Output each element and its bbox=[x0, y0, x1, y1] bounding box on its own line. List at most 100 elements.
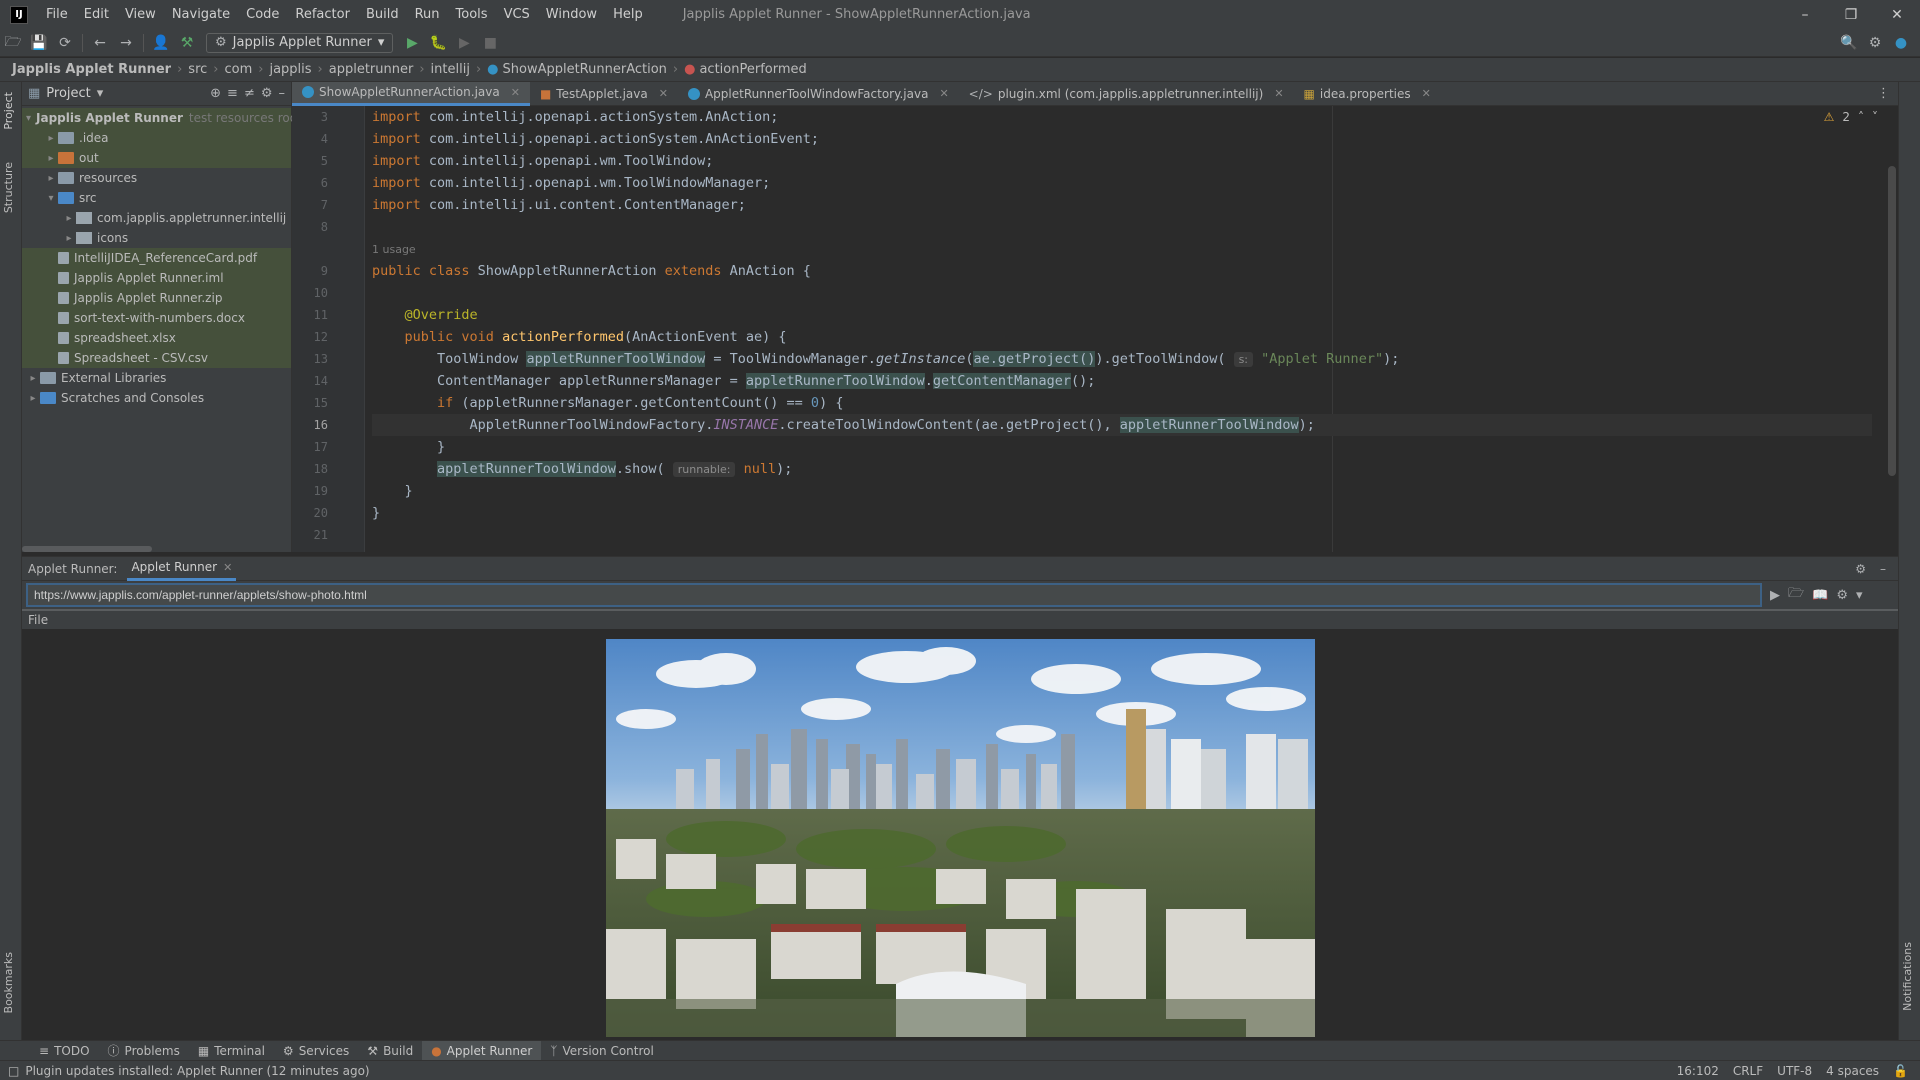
tab-idea-properties[interactable]: ▦ idea.properties ✕ bbox=[1294, 82, 1441, 106]
menu-code[interactable]: Code bbox=[238, 7, 287, 22]
menu-view[interactable]: View bbox=[117, 7, 164, 22]
run-icon[interactable]: ▶ bbox=[1770, 588, 1780, 603]
project-panel-title[interactable]: Project bbox=[46, 86, 90, 101]
sync-icon[interactable]: ⟳ bbox=[52, 30, 78, 56]
chevron-right-icon[interactable]: ▸ bbox=[44, 173, 58, 184]
breadcrumb-item[interactable]: ShowAppletRunnerAction bbox=[503, 62, 667, 77]
menu-tools[interactable]: Tools bbox=[448, 7, 496, 22]
tree-item[interactable]: Japplis Applet Runner.zip bbox=[22, 288, 291, 308]
jetbrains-icon[interactable]: ● bbox=[1888, 30, 1914, 56]
menu-refactor[interactable]: Refactor bbox=[287, 7, 358, 22]
chevron-up-icon[interactable]: ˄ bbox=[1858, 110, 1864, 124]
user-icon[interactable]: 👤 bbox=[148, 30, 174, 56]
chevron-down-icon[interactable]: ▾ bbox=[97, 86, 104, 101]
usage-hint[interactable]: 1 usage bbox=[372, 243, 416, 256]
tab-plugin-xml[interactable]: </> plugin.xml (com.japplis.appletrunner.… bbox=[959, 82, 1294, 106]
applet-menu-file[interactable]: File bbox=[28, 613, 48, 627]
chevron-down-icon[interactable]: ▾ bbox=[26, 113, 31, 124]
side-tab-project[interactable]: Project bbox=[2, 92, 15, 130]
run-icon[interactable]: ▶ bbox=[399, 30, 425, 56]
debug-icon[interactable]: 🐛 bbox=[425, 30, 451, 56]
chevron-right-icon[interactable]: ▸ bbox=[44, 133, 58, 144]
menu-run[interactable]: Run bbox=[407, 7, 448, 22]
tree-item[interactable]: ▸ resources bbox=[22, 168, 291, 188]
tabs-menu-icon[interactable]: ⋮ bbox=[1877, 86, 1898, 101]
gear-icon[interactable]: ⚙ bbox=[261, 86, 273, 101]
tree-item[interactable]: ▸ .idea bbox=[22, 128, 291, 148]
open-folder-icon[interactable]: 🗁 bbox=[1788, 584, 1804, 606]
close-icon[interactable]: ✕ bbox=[223, 561, 232, 574]
menu-help[interactable]: Help bbox=[605, 7, 651, 22]
tab-applet-runner[interactable]: Applet Runner ✕ bbox=[127, 557, 237, 581]
tree-item[interactable]: ▸ External Libraries bbox=[22, 368, 291, 388]
back-icon[interactable]: ← bbox=[87, 30, 113, 56]
project-horizontal-scrollbar[interactable] bbox=[22, 546, 152, 552]
tree-root[interactable]: ▾ Japplis Applet Runner test resources roo… bbox=[22, 108, 306, 128]
side-tab-bookmarks[interactable]: Bookmarks bbox=[2, 952, 15, 1013]
menu-window[interactable]: Window bbox=[538, 7, 605, 22]
chevron-down-icon[interactable]: ▾ bbox=[44, 193, 58, 204]
file-encoding[interactable]: UTF-8 bbox=[1777, 1064, 1812, 1078]
open-folder-icon[interactable]: 🗁 bbox=[0, 30, 26, 56]
gear-icon[interactable]: ⚙ bbox=[1855, 562, 1866, 576]
save-icon[interactable]: 💾 bbox=[26, 30, 52, 56]
inspection-widget[interactable]: ⚠ 2 ˄ ˅ bbox=[1824, 110, 1878, 124]
close-icon[interactable]: ✕ bbox=[939, 87, 948, 100]
hammer-icon[interactable]: ⚒ bbox=[174, 30, 200, 56]
search-icon[interactable]: 🔍 bbox=[1836, 30, 1862, 56]
breadcrumb-item[interactable]: Japplis Applet Runner bbox=[12, 62, 171, 77]
chevron-right-icon[interactable]: ▸ bbox=[62, 233, 76, 244]
breadcrumb-item[interactable]: actionPerformed bbox=[699, 62, 806, 77]
coverage-icon[interactable]: ▶ bbox=[451, 30, 477, 56]
stop-icon[interactable]: ■ bbox=[477, 30, 503, 56]
tree-item[interactable]: Japplis Applet Runner.iml bbox=[22, 268, 291, 288]
tree-item[interactable]: ▸ icons bbox=[22, 228, 291, 248]
close-icon[interactable]: ✕ bbox=[1422, 87, 1431, 100]
tab-version-control[interactable]: ᛉ Version Control bbox=[541, 1041, 663, 1061]
tab-applet-runner-tool-window-factory[interactable]: AppletRunnerToolWindowFactory.java ✕ bbox=[678, 82, 959, 106]
chevron-down-icon[interactable]: ▾ bbox=[1856, 588, 1863, 603]
settings-icon[interactable]: ⚙ bbox=[1836, 588, 1848, 603]
side-tab-structure[interactable]: Structure bbox=[2, 162, 15, 213]
tab-test-applet[interactable]: ■ TestApplet.java ✕ bbox=[530, 82, 678, 106]
menu-file[interactable]: File bbox=[38, 7, 76, 22]
tab-show-applet-runner-action[interactable]: ShowAppletRunnerAction.java ✕ bbox=[292, 81, 530, 106]
caret-position[interactable]: 16:102 bbox=[1677, 1064, 1719, 1078]
code-editor[interactable]: 3 4 5 6 7 8 9 10 11 12 13 14 15 16 17 18… bbox=[292, 106, 1898, 552]
tree-item[interactable]: ▸ com.japplis.appletrunner.intellij bbox=[22, 208, 291, 228]
breadcrumb-item[interactable]: appletrunner bbox=[329, 62, 414, 77]
tree-item[interactable]: ▸ Scratches and Consoles bbox=[22, 388, 291, 408]
menu-build[interactable]: Build bbox=[358, 7, 407, 22]
chevron-right-icon[interactable]: ▸ bbox=[26, 373, 40, 384]
bookmark-icon[interactable]: 📖 bbox=[1812, 588, 1828, 603]
status-message[interactable]: Plugin updates installed: Applet Runner … bbox=[25, 1064, 369, 1078]
menu-navigate[interactable]: Navigate bbox=[164, 7, 238, 22]
menu-edit[interactable]: Edit bbox=[76, 7, 117, 22]
tab-applet-runner-bottom[interactable]: ● Applet Runner bbox=[422, 1040, 542, 1061]
breadcrumb-item[interactable]: intellij bbox=[431, 62, 470, 77]
indent-setting[interactable]: 4 spaces bbox=[1826, 1064, 1879, 1078]
close-icon[interactable]: ✕ bbox=[511, 86, 520, 99]
breadcrumb-item[interactable]: com bbox=[224, 62, 252, 77]
restore-icon[interactable]: ❐ bbox=[1828, 0, 1874, 29]
code-content[interactable]: import com.intellij.openapi.actionSystem… bbox=[372, 106, 1872, 546]
side-tab-notifications[interactable]: Notifications bbox=[1901, 942, 1914, 1011]
tree-item[interactable]: spreadsheet.xlsx bbox=[22, 328, 291, 348]
hide-icon[interactable]: – bbox=[1880, 562, 1886, 576]
locate-icon[interactable]: ⊕ bbox=[210, 86, 221, 101]
tree-item[interactable]: ▾ src bbox=[22, 188, 291, 208]
chevron-down-icon[interactable]: ˅ bbox=[1872, 110, 1878, 124]
close-icon[interactable]: ✕ bbox=[1874, 0, 1920, 29]
line-separator[interactable]: CRLF bbox=[1733, 1064, 1763, 1078]
tree-item[interactable]: sort-text-with-numbers.docx bbox=[22, 308, 291, 328]
gear-icon[interactable]: ⚙ bbox=[1862, 30, 1888, 56]
lock-icon[interactable]: 🔓 bbox=[1893, 1064, 1908, 1078]
hide-icon[interactable]: – bbox=[279, 86, 286, 101]
menu-vcs[interactable]: VCS bbox=[496, 7, 538, 22]
tree-item[interactable]: ▸ out bbox=[22, 148, 291, 168]
collapse-all-icon[interactable]: ≠ bbox=[244, 86, 255, 101]
tab-todo[interactable]: ≡ TODO bbox=[30, 1041, 99, 1061]
tab-problems[interactable]: ⓘ Problems bbox=[99, 1041, 189, 1061]
chevron-right-icon[interactable]: ▸ bbox=[44, 153, 58, 164]
tab-terminal[interactable]: ▦ Terminal bbox=[189, 1041, 274, 1061]
